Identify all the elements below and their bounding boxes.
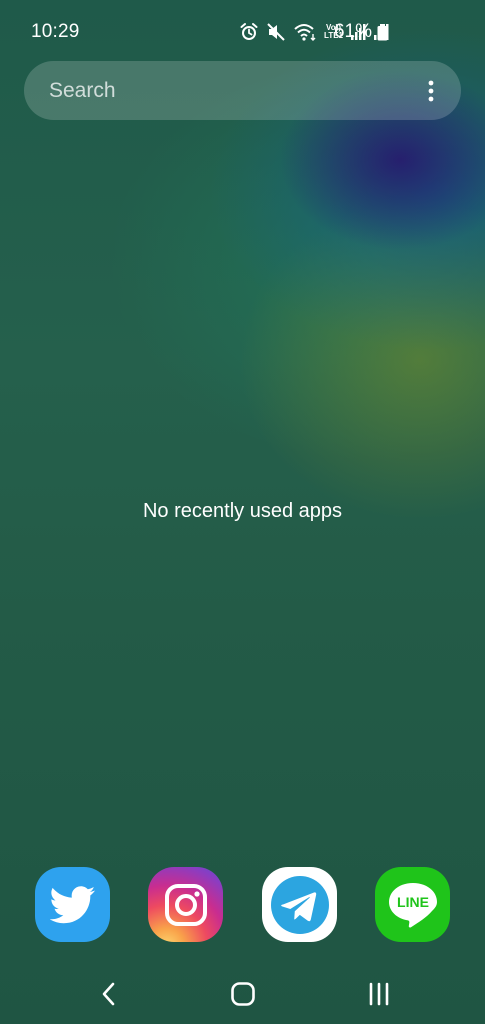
wifi-icon [294, 24, 316, 41]
alarm-icon [240, 23, 258, 40]
telegram-icon [270, 875, 329, 934]
instagram-icon [164, 883, 207, 926]
mute-icon [267, 23, 285, 41]
search-bar[interactable]: Search [24, 61, 461, 120]
home-icon [231, 982, 255, 1006]
empty-recents-message: No recently used apps [142, 500, 342, 522]
twitter-icon [49, 885, 95, 923]
status-bar: 10:29 Vo)) LTE1 61% [0, 0, 485, 64]
more-vertical-icon [428, 80, 434, 102]
battery-percent: 61% [333, 21, 372, 42]
line-icon: LINE [388, 882, 437, 928]
battery-icon [377, 24, 388, 41]
app-telegram[interactable] [262, 867, 337, 942]
more-options-button[interactable] [415, 75, 447, 107]
line-logo-text: LINE [397, 894, 429, 910]
recents-icon [369, 982, 389, 1006]
back-button[interactable] [94, 980, 124, 1008]
search-input[interactable]: Search [49, 79, 116, 103]
app-instagram[interactable] [148, 867, 223, 942]
back-icon [102, 982, 115, 1006]
app-dock: LINE [35, 867, 450, 943]
navigation-bar [0, 970, 485, 1016]
home-button[interactable] [228, 980, 258, 1008]
app-line[interactable]: LINE [375, 867, 450, 942]
clock: 10:29 [31, 21, 80, 42]
app-twitter[interactable] [35, 867, 110, 942]
recents-screen: 10:29 Vo)) LTE1 61% Search No recently u… [0, 0, 485, 1024]
recents-button[interactable] [364, 980, 394, 1008]
